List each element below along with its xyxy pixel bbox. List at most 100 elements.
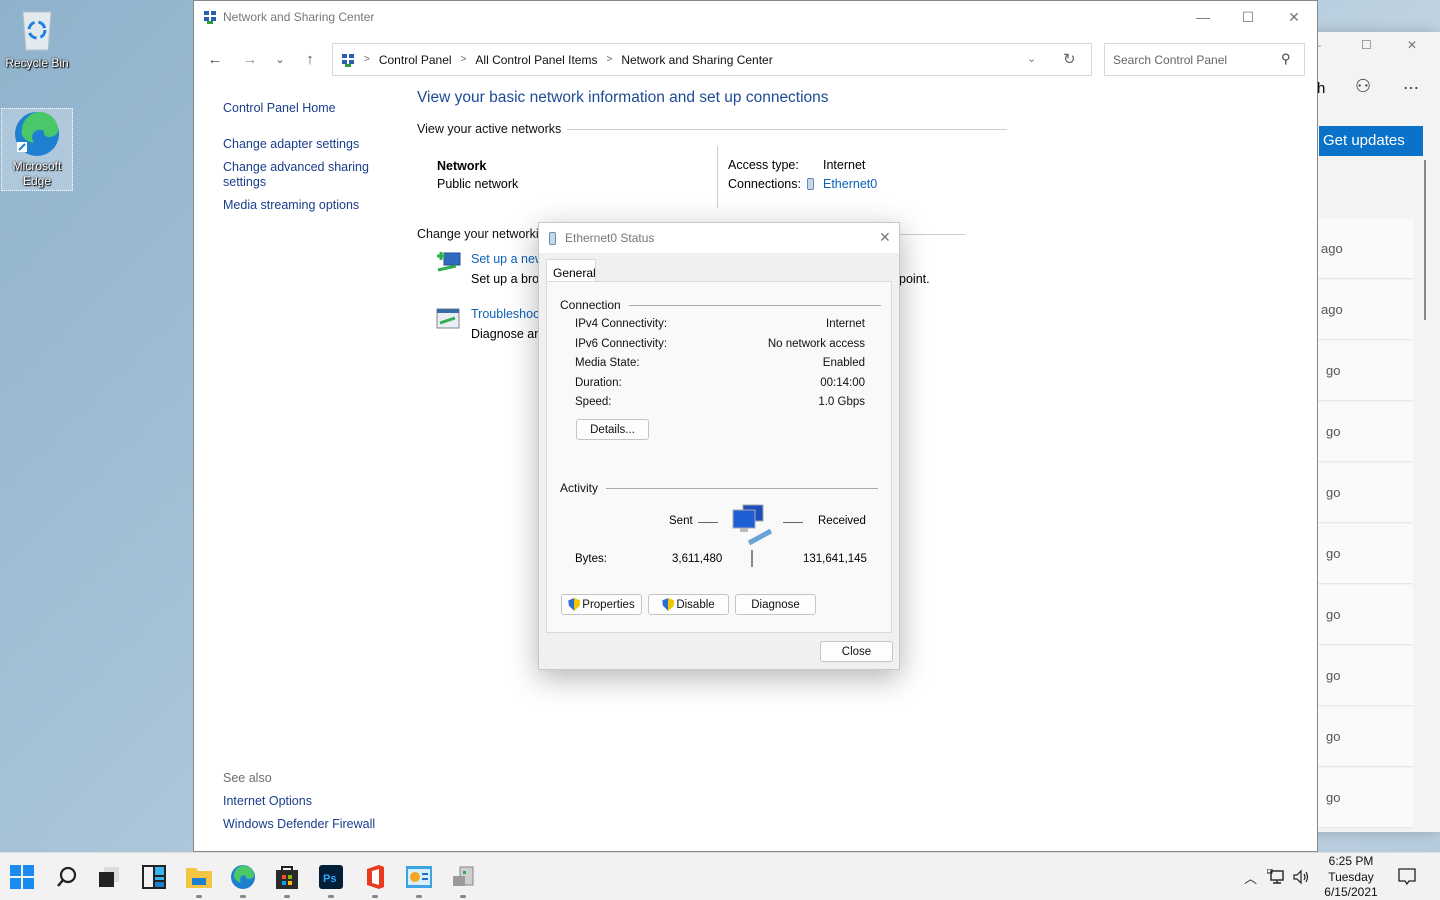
ethernet-icon (807, 178, 814, 190)
clock-day: Tuesday (1328, 869, 1374, 884)
taskbar-network-app[interactable] (447, 861, 479, 898)
search-button[interactable] (51, 861, 83, 893)
window-title: Network and Sharing Center (223, 10, 375, 24)
scrollbar[interactable] (1424, 160, 1426, 320)
sidebar-item-media-streaming[interactable]: Media streaming options (223, 198, 393, 213)
taskbar-store[interactable] (271, 861, 303, 898)
sidebar-item-change-advanced-sharing[interactable]: Change advanced sharing settings (223, 160, 373, 190)
chevron-right-icon: > (460, 54, 467, 65)
general-panel: Connection IPv4 Connectivity: Internet IP… (546, 281, 892, 633)
breadcrumb-current[interactable]: Network and Sharing Center (621, 53, 772, 67)
address-dropdown-icon[interactable]: ⌄ (1027, 52, 1036, 65)
background-app-window: — ☐ ✕ h ⚇ ⋯ Get updates agoagogogogogogo… (1300, 32, 1440, 832)
see-also-internet-options[interactable]: Internet Options (223, 794, 393, 809)
row-label: IPv6 Connectivity: (575, 338, 668, 350)
access-type-value: Internet (823, 158, 866, 172)
ethernet-icon (549, 231, 556, 245)
system-tray: ︿ (1244, 853, 1311, 900)
start-button[interactable] (6, 861, 38, 893)
volume-icon[interactable] (1293, 869, 1311, 885)
taskbar-control-panel[interactable] (403, 861, 435, 898)
disable-button[interactable]: Disable (648, 594, 729, 615)
running-indicator (328, 895, 334, 898)
close-button[interactable]: ✕ (1271, 1, 1317, 33)
properties-button[interactable]: Properties (561, 594, 642, 615)
taskbar-file-explorer[interactable] (183, 861, 215, 898)
network-type[interactable]: Public network (437, 177, 518, 191)
task-view-button[interactable] (93, 861, 125, 893)
notifications-icon[interactable] (1398, 868, 1416, 886)
back-button[interactable]: ← (202, 41, 228, 77)
widgets-button[interactable] (138, 861, 170, 893)
dialog-title-bar: Ethernet0 Status ✕ (539, 223, 899, 253)
row-label: IPv4 Connectivity: (575, 318, 668, 330)
maximize-button[interactable]: ☐ (1225, 1, 1271, 33)
taskbar-edge[interactable] (227, 861, 259, 898)
taskbar-photoshop[interactable]: Ps (315, 861, 347, 898)
bytes-received-value: 131,641,145 (803, 553, 867, 565)
button-label: Properties (582, 598, 635, 611)
ethernet-status-dialog: Ethernet0 Status ✕ General Connection IP… (538, 222, 900, 670)
sidebar-item-change-adapter-settings[interactable]: Change adapter settings (223, 137, 393, 152)
minimize-button[interactable]: — (1180, 1, 1226, 33)
see-also-defender-firewall[interactable]: Windows Defender Firewall (223, 817, 393, 832)
received-label: Received (818, 515, 866, 527)
add-person-icon[interactable]: ⚇ (1355, 76, 1371, 97)
recent-locations-button[interactable]: ⌄ (267, 41, 293, 77)
desktop-icon-label: Microsoft Edge (12, 159, 62, 188)
network-status-icon[interactable] (1267, 869, 1285, 885)
connection-ethernet0-link[interactable]: Ethernet0 (823, 177, 877, 191)
access-type-label: Access type: (728, 158, 799, 172)
desktop-icon-edge[interactable]: Microsoft Edge (1, 108, 73, 191)
desktop-icon-recycle-bin[interactable]: Recycle Bin (1, 8, 73, 71)
connection-group: Connection (560, 298, 881, 312)
forward-button[interactable]: → (237, 41, 263, 77)
address-bar[interactable]: > Control Panel > All Control Panel Item… (332, 43, 1092, 76)
running-indicator (196, 895, 202, 898)
running-indicator (240, 895, 246, 898)
close-icon[interactable]: ✕ (1407, 38, 1417, 52)
running-indicator (372, 895, 378, 898)
close-dialog-button[interactable]: Close (820, 641, 893, 662)
taskbar-office[interactable] (359, 861, 391, 898)
svg-text:Ps: Ps (323, 873, 336, 885)
details-button[interactable]: Details... (576, 419, 649, 440)
maximize-icon[interactable]: ☐ (1361, 38, 1372, 52)
up-button[interactable]: ↑ (297, 41, 323, 77)
search-icon[interactable]: ⚲ (1281, 51, 1291, 67)
search-placeholder: Search Control Panel (1113, 52, 1228, 67)
breadcrumb-all-items[interactable]: All Control Panel Items (475, 53, 597, 67)
clock-date: 6/15/2021 (1324, 885, 1378, 899)
breadcrumb-control-panel[interactable]: Control Panel (379, 53, 452, 67)
activity-heading: Activity (560, 481, 599, 495)
partial-label: h (1317, 80, 1326, 97)
diagnose-button[interactable]: Diagnose (735, 594, 816, 615)
sent-line (698, 522, 718, 523)
search-input[interactable]: Search Control Panel ⚲ (1104, 43, 1305, 76)
refresh-icon[interactable]: ↻ (1063, 50, 1076, 68)
dialog-close-icon[interactable]: ✕ (879, 229, 891, 246)
clock[interactable]: 6:25 PM Tuesday 6/15/2021 (1316, 854, 1386, 900)
network-name: Network (437, 159, 487, 173)
windows-logo-icon (10, 865, 34, 889)
troubleshoot-icon (436, 308, 460, 329)
more-options-icon[interactable]: ⋯ (1403, 78, 1419, 98)
running-indicator (460, 895, 466, 898)
new-connection-icon (437, 252, 461, 272)
dialog-title: Ethernet0 Status (565, 231, 655, 245)
show-hidden-icons-chevron-icon[interactable]: ︿ (1244, 868, 1257, 887)
active-networks-label: View your active networks (417, 122, 562, 136)
row-value: Internet (826, 318, 865, 330)
status-row: Speed: 1.0 Gbps (575, 396, 865, 408)
running-indicator (284, 895, 290, 898)
get-updates-button[interactable]: Get updates (1319, 126, 1423, 156)
network-computers-icon (732, 504, 773, 546)
uac-shield-icon (568, 598, 581, 611)
row-label: Media State: (575, 357, 640, 369)
button-label: Disable (676, 598, 715, 611)
navigation-bar: ← → ⌄ ↑ > Control Panel > All Control Pa… (194, 41, 1317, 77)
office-icon (367, 865, 384, 889)
edge-icon (15, 111, 59, 156)
sidebar-item-control-panel-home[interactable]: Control Panel Home (223, 101, 393, 116)
tab-general[interactable]: General (546, 259, 596, 282)
